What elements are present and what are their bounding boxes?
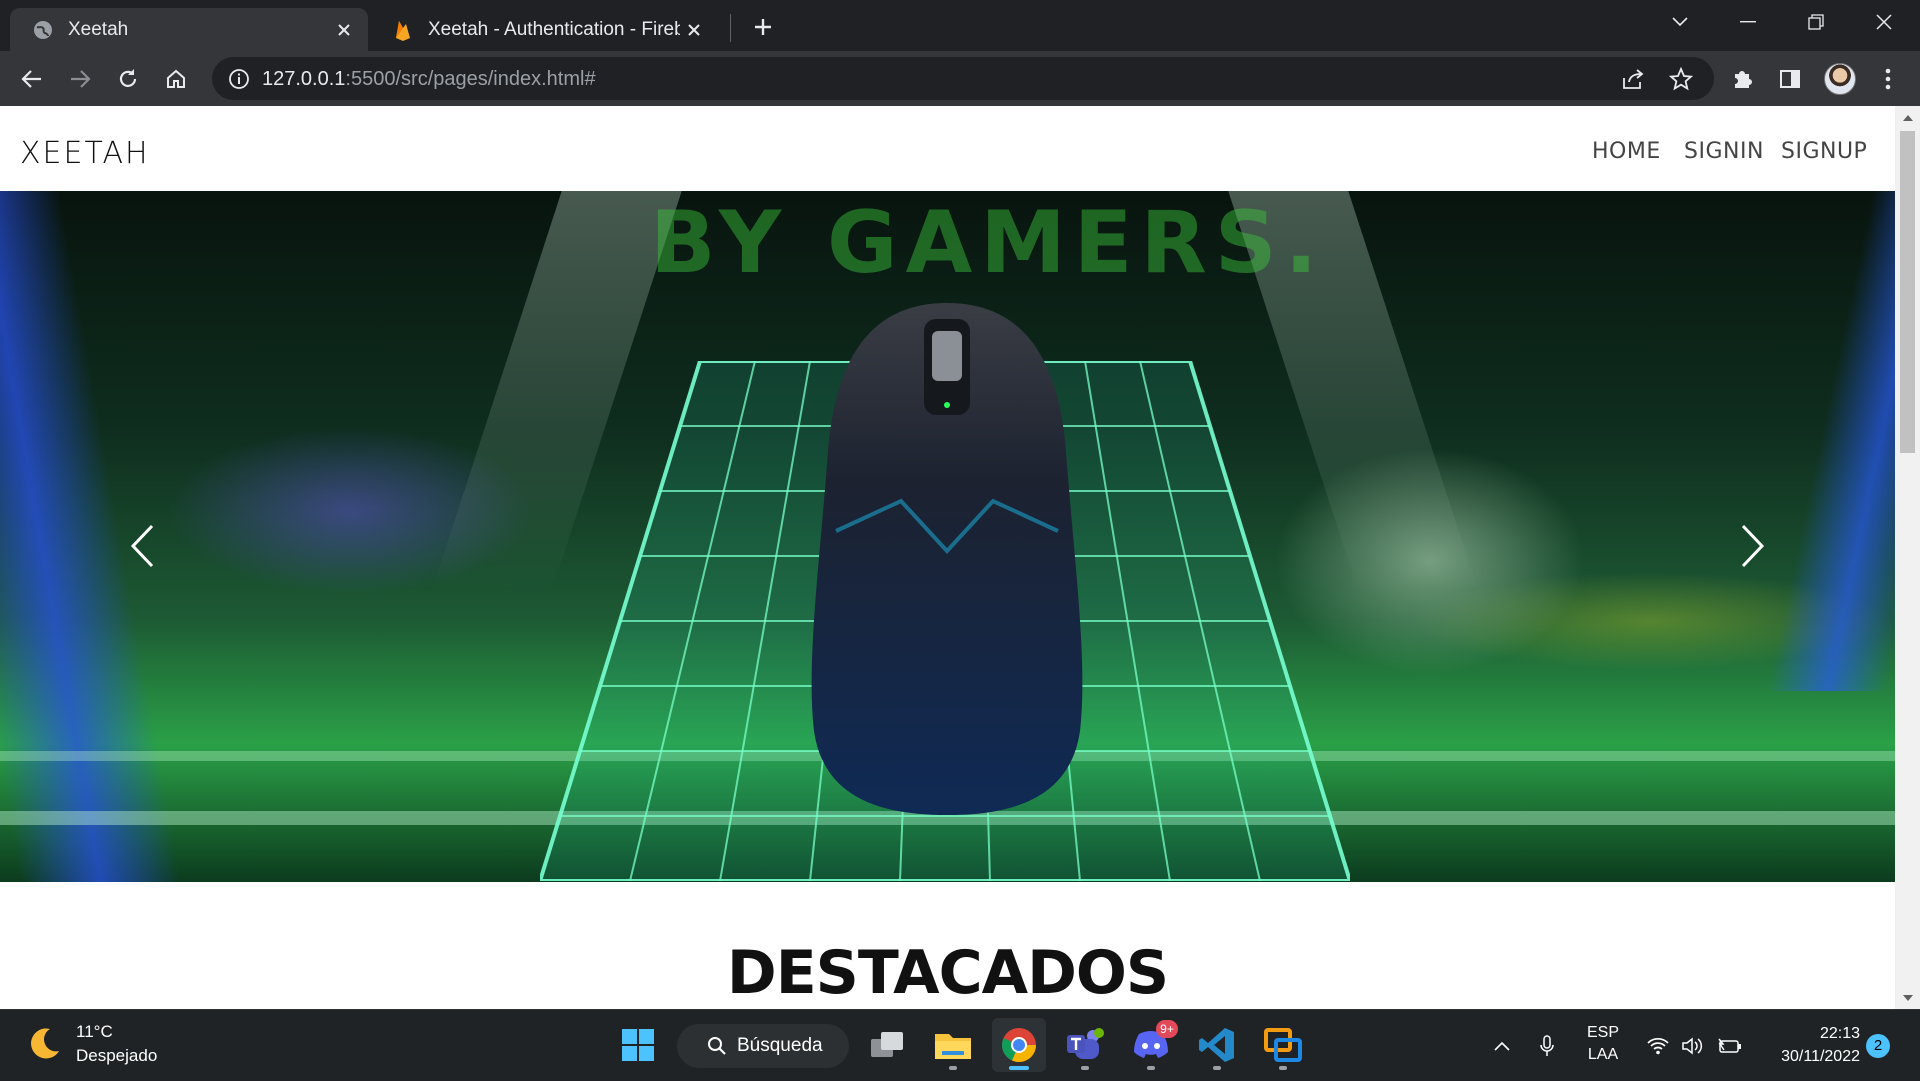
url-path: :5500/src/pages/index.html# [345, 68, 596, 90]
vscode-icon [1199, 1028, 1234, 1062]
hero-background-text: BY GAMERS. [650, 193, 1326, 293]
side-panel-icon[interactable] [1772, 61, 1808, 97]
keyboard-layout: LAA [1587, 1046, 1619, 1063]
wifi-icon[interactable] [1645, 1010, 1671, 1081]
forward-button[interactable] [62, 61, 98, 97]
close-tab-icon[interactable] [330, 16, 358, 44]
tab-title: Xeetah [68, 18, 129, 40]
tab-firebase[interactable]: Xeetah - Authentication - Firebas [378, 8, 718, 51]
taskbar-discord[interactable]: 9+ [1124, 1018, 1178, 1072]
battery-charging-icon[interactable] [1715, 1010, 1745, 1081]
weather-temperature: 11°C [76, 1022, 113, 1041]
running-indicator [1213, 1066, 1221, 1070]
profile-avatar[interactable] [1824, 63, 1856, 95]
taskbar-vscode[interactable] [1190, 1018, 1244, 1072]
taskbar-teams[interactable] [1058, 1018, 1112, 1072]
clock-date: 30/11/2022 [1781, 1048, 1860, 1065]
task-view-icon [871, 1032, 903, 1057]
site-info-icon[interactable] [226, 66, 252, 92]
microphone-icon[interactable] [1534, 1010, 1560, 1081]
chrome-menu-icon[interactable] [1870, 61, 1906, 97]
gaming-mouse-image [811, 303, 1083, 815]
running-indicator [1081, 1066, 1089, 1070]
start-button[interactable] [611, 1018, 665, 1072]
weather-condition: Despejado [76, 1046, 158, 1065]
url-host: 127.0.0.1 [262, 68, 346, 90]
windows-logo-icon [622, 1029, 654, 1061]
tab-xeetah[interactable]: Xeetah [10, 8, 368, 51]
bookmark-star-icon[interactable] [1666, 64, 1696, 94]
firebase-icon [392, 19, 414, 41]
tab-title: Xeetah - Authentication - Firebas [428, 18, 680, 40]
close-window-button[interactable] [1862, 4, 1906, 40]
volume-icon[interactable] [1679, 1010, 1705, 1081]
search-label: Búsqueda [737, 1035, 823, 1056]
folder-icon [935, 1034, 971, 1059]
weather-widget[interactable]: 11°C Despejado [26, 1020, 157, 1068]
extensions-puzzle-icon[interactable] [1724, 61, 1760, 97]
system-clock[interactable]: 22:13 30/11/2022 [1760, 1022, 1860, 1068]
notification-count-badge[interactable]: 2 [1866, 1034, 1890, 1058]
remote-desktop-icon [1264, 1028, 1302, 1062]
page-scrollbar[interactable] [1895, 106, 1920, 1009]
restore-button[interactable] [1794, 4, 1838, 40]
back-button[interactable] [14, 61, 50, 97]
taskbar-file-explorer[interactable] [926, 1018, 980, 1072]
running-indicator [949, 1066, 957, 1070]
new-tab-button[interactable] [748, 12, 778, 42]
clock-time: 22:13 [1819, 1025, 1860, 1042]
address-bar[interactable]: 127.0.0.1:5500/src/pages/index.html# [212, 57, 1714, 100]
tab-search-chevron-icon[interactable] [1658, 4, 1702, 40]
nav-signup-link[interactable]: SIGNUP [1781, 139, 1867, 164]
home-button[interactable] [158, 61, 194, 97]
browser-toolbar: 127.0.0.1:5500/src/pages/index.html# [0, 51, 1920, 106]
active-indicator [1009, 1066, 1029, 1070]
taskbar-remote-app[interactable] [1256, 1018, 1310, 1072]
search-icon [708, 1037, 726, 1055]
tab-separator [730, 14, 731, 42]
carousel-prev-arrow-icon[interactable] [122, 516, 162, 576]
windows-taskbar: 11°C Despejado Búsqueda 9+ ESP LAA 22:13… [0, 1009, 1920, 1080]
site-navbar: XEETAH HOME SIGNIN SIGNUP [0, 106, 1895, 191]
nav-signin-link[interactable]: SIGNIN [1684, 139, 1764, 164]
input-language-indicator[interactable]: ESP LAA [1580, 1022, 1626, 1066]
running-indicator [1279, 1066, 1287, 1070]
taskbar-search[interactable]: Búsqueda [677, 1024, 849, 1068]
hero-light-beam [1766, 191, 1895, 691]
browser-tabstrip: Xeetah Xeetah - Authentication - Firebas [0, 0, 1920, 51]
scroll-down-arrow-icon[interactable] [1895, 990, 1920, 1006]
globe-icon [32, 19, 54, 41]
taskbar-chrome[interactable] [992, 1018, 1046, 1072]
scrollbar-thumb[interactable] [1900, 131, 1915, 453]
nav-home-link[interactable]: HOME [1592, 139, 1661, 164]
task-view-button[interactable] [860, 1018, 914, 1072]
language-code: ESP [1586, 1024, 1619, 1041]
minimize-button[interactable] [1726, 4, 1770, 40]
url-text: 127.0.0.1:5500/src/pages/index.html# [262, 68, 596, 91]
brand-logo[interactable]: XEETAH [20, 136, 150, 171]
show-hidden-icons-chevron-icon[interactable] [1488, 1010, 1516, 1081]
chrome-icon [1001, 1028, 1036, 1063]
reload-button[interactable] [110, 61, 146, 97]
close-tab-icon[interactable] [680, 16, 708, 44]
teams-icon [1067, 1028, 1104, 1059]
hero-carousel: BY GAMERS. [0, 191, 1895, 882]
moon-icon [31, 1028, 59, 1059]
scroll-up-arrow-icon[interactable] [1895, 110, 1920, 126]
carousel-next-arrow-icon[interactable] [1733, 516, 1773, 576]
page-viewport: XEETAH HOME SIGNIN SIGNUP BY GAMERS. DES… [0, 106, 1920, 1009]
section-title-destacados: DESTACADOS [726, 938, 1169, 1008]
discord-notification-badge: 9+ [1156, 1020, 1178, 1038]
running-indicator [1147, 1066, 1155, 1070]
share-icon[interactable] [1618, 64, 1648, 94]
